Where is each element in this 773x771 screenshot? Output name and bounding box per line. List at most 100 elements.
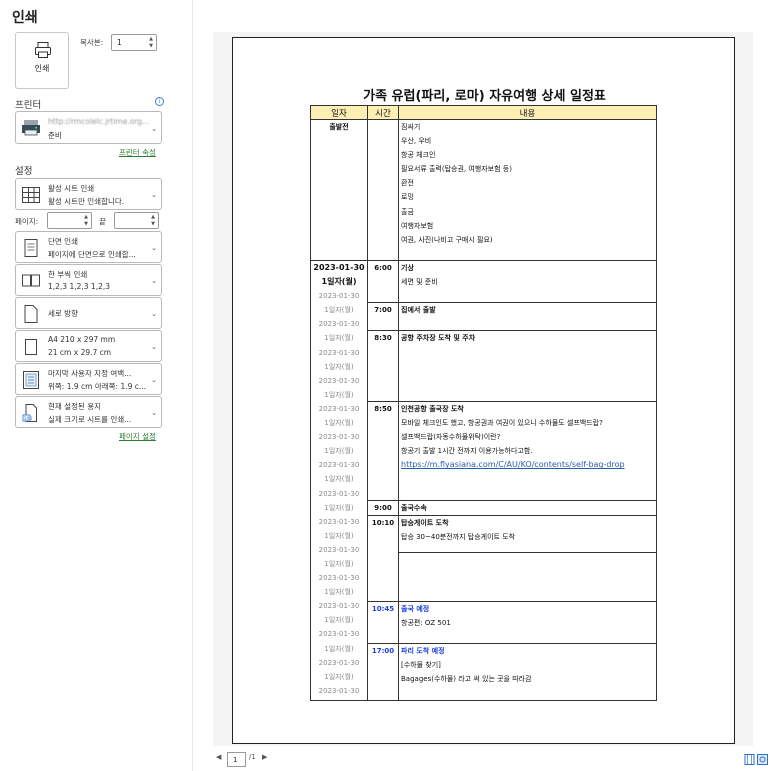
paper-size-desc: 21 cm x 29.7 cm	[48, 348, 112, 357]
day-date-repeat: 2023-01-30	[318, 658, 360, 667]
table-cell: 집에서 출발	[398, 302, 657, 331]
print-button[interactable]: 인쇄	[15, 32, 69, 89]
table-cell: 2023-01-30 1일자(월) 2023-01-30 1일자(월) 2023…	[310, 260, 368, 702]
day-date-repeat: 2023-01-30	[318, 376, 360, 385]
prep-item: 로밍	[401, 193, 414, 202]
table-cell: 10:45	[367, 601, 399, 645]
page-setup-link[interactable]: 페이지 설정	[119, 431, 156, 442]
zoom-to-page-icon[interactable]	[757, 754, 768, 765]
chevron-down-icon: ⌄	[151, 277, 157, 285]
day-label: 1일자(월)	[321, 277, 357, 287]
page-number-input[interactable]: 1	[227, 752, 246, 767]
table-cell: 탑승게이트 도착 탑승 30~40분전까지 탑승게이트 도착	[398, 515, 657, 603]
day-date-repeat: 2023-01-30	[318, 433, 360, 442]
printer-select[interactable]: http://rmcolelc.jrtime.org... 준비 ⌄	[15, 111, 162, 144]
print-what-title: 활성 시트 인쇄	[48, 184, 95, 193]
copies-value: 1	[117, 38, 122, 47]
info-icon[interactable]: i	[155, 97, 164, 106]
prep-item: 항공 체크인	[401, 151, 436, 160]
table-cell: 파리 도착 예정 [수하물 찾기] Bagages(수하물) 라고 써 있는 곳…	[398, 643, 657, 702]
show-margins-icon[interactable]	[744, 754, 755, 765]
copies-stepper[interactable]: 1 ▲ ▼	[111, 34, 157, 51]
table-cell	[367, 119, 399, 261]
table-cell: 출발전	[310, 119, 368, 261]
table-cell: 인천공항 출국장 도착 모바일 체크인도 했고, 항공권과 여권이 있으니 수하…	[398, 401, 657, 501]
prep-date: 출발전	[329, 123, 349, 131]
scaling-title: 현재 설정된 용지	[48, 402, 102, 411]
day-date-repeat: 2023-01-30	[318, 292, 360, 301]
print-what-select[interactable]: 활성 시트 인쇄 활성 시트만 인쇄합니다. ⌄	[15, 178, 162, 210]
collation-title: 한 부씩 인쇄	[48, 270, 88, 279]
table-cell: 8:50	[367, 401, 399, 501]
day-date-repeat: 2023-01-30	[318, 348, 360, 357]
sheet-grid-icon	[22, 187, 40, 203]
next-page-icon[interactable]: ▶	[262, 753, 267, 761]
day-label-repeat: 1일자(월)	[324, 334, 354, 343]
event-title: 집에서 출발	[401, 306, 436, 314]
day-label-repeat: 1일자(월)	[324, 672, 354, 681]
margins-select[interactable]: 마지막 사용자 지정 여백... 위쪽: 1.9 cm 아래쪽: 1.9 c..…	[15, 363, 162, 395]
event-time: 7:00	[374, 306, 392, 314]
event-desc: 셀프백드랍(자동수하물위탁)이란?	[401, 433, 501, 442]
day-date-repeat: 2023-01-30	[318, 461, 360, 470]
cell-divider	[398, 552, 657, 554]
collation-select[interactable]: 한 부씩 인쇄 1,2,3 1,2,3 1,2,3 ⌄	[15, 264, 162, 296]
paper-size-select[interactable]: A4 210 x 297 mm 21 cm x 29.7 cm ⌄	[15, 330, 162, 362]
event-time: 17:00	[371, 647, 395, 656]
event-desc: 세면 및 준비	[401, 278, 438, 287]
day-label-repeat: 1일자(월)	[324, 616, 354, 625]
day-date-repeat: 2023-01-30	[318, 489, 360, 498]
prep-item: 여권, 사진(나비고 구매시 필요)	[401, 235, 493, 244]
sides-desc: 페이지에 단면으로 인쇄합...	[48, 250, 136, 259]
paper-size-title: A4 210 x 297 mm	[48, 335, 116, 344]
day-label-repeat: 1일자(월)	[324, 531, 354, 540]
printer-status: 준비	[48, 131, 62, 140]
event-time: 8:50	[374, 405, 392, 413]
print-button-label: 인쇄	[34, 64, 50, 73]
event-title: 기상	[401, 264, 414, 272]
event-time: 8:30	[374, 334, 392, 342]
table-cell: 출국수속	[398, 500, 657, 517]
day-label-repeat: 1일자(월)	[324, 559, 354, 568]
day-date-repeat: 2023-01-30	[318, 574, 360, 583]
table-cell: 출국 예정 항공편: OZ 501	[398, 601, 657, 645]
scaling-icon: 100	[22, 404, 37, 422]
prep-item: 짐싸기	[401, 123, 421, 131]
header-content: 내용	[398, 105, 657, 120]
margins-desc: 위쪽: 1.9 cm 아래쪽: 1.9 c...	[48, 382, 147, 391]
portrait-page-icon	[24, 305, 38, 323]
day-date: 2023-01-30	[313, 263, 365, 272]
scaling-select[interactable]: 100 현재 설정된 용지 실제 크기로 시트를 인쇄... ⌄	[15, 396, 162, 428]
chevron-down-icon: ⌄	[151, 191, 157, 199]
day-label-repeat: 1일자(월)	[324, 447, 354, 456]
document-title: 가족 유럽(파리, 로마) 자유여행 상세 일정표	[363, 89, 606, 104]
prep-item: 우산, 우비	[401, 137, 432, 146]
self-bag-drop-link[interactable]: https://m.flyasiana.com/C/AU/KO/contents…	[401, 458, 656, 472]
margins-icon	[23, 371, 39, 389]
printer-properties-link[interactable]: 프린터 속성	[119, 147, 156, 158]
event-time: 10:10	[371, 519, 395, 528]
prep-item: 환전	[401, 179, 414, 188]
printer-icon	[35, 42, 51, 58]
header-date: 일자	[310, 105, 368, 120]
event-title: 공항 주차장 도착 및 주차	[401, 334, 476, 342]
pages-from-input[interactable]: ▲ ▼	[47, 212, 92, 229]
stepper-arrows-icon[interactable]: ▲ ▼	[149, 36, 153, 50]
table-cell: 기상 세면 및 준비	[398, 260, 657, 303]
printer-section-label: 프린터	[15, 100, 42, 111]
schedule-table: 일자 시간 내용 출발전 짐싸기 우산, 우비 항공 체크인 필요서류 출력(탑…	[310, 105, 657, 702]
sides-select[interactable]: 단면 인쇄 페이지에 단면으로 인쇄합... ⌄	[15, 231, 162, 263]
chevron-down-icon: ⌄	[151, 310, 157, 318]
event-time: 10:45	[371, 605, 395, 614]
orientation-select[interactable]: 세로 방향 ⌄	[15, 297, 162, 329]
event-desc: 항공편: OZ 501	[401, 619, 451, 628]
stepper-arrows-icon[interactable]: ▲ ▼	[84, 214, 88, 228]
day-date-repeat: 2023-01-30	[318, 545, 360, 554]
print-what-desc: 활성 시트만 인쇄합니다.	[48, 197, 125, 206]
table-row: 출발전 짐싸기 우산, 우비 항공 체크인 필요서류 출력(탑승권, 여행자보험…	[310, 119, 657, 261]
day-label-repeat: 1일자(월)	[324, 390, 354, 399]
pages-to-input[interactable]: ▲ ▼	[114, 212, 159, 229]
margins-title: 마지막 사용자 지정 여백...	[48, 369, 132, 378]
prev-page-icon[interactable]: ◀	[216, 753, 221, 761]
stepper-arrows-icon[interactable]: ▲ ▼	[151, 214, 155, 228]
